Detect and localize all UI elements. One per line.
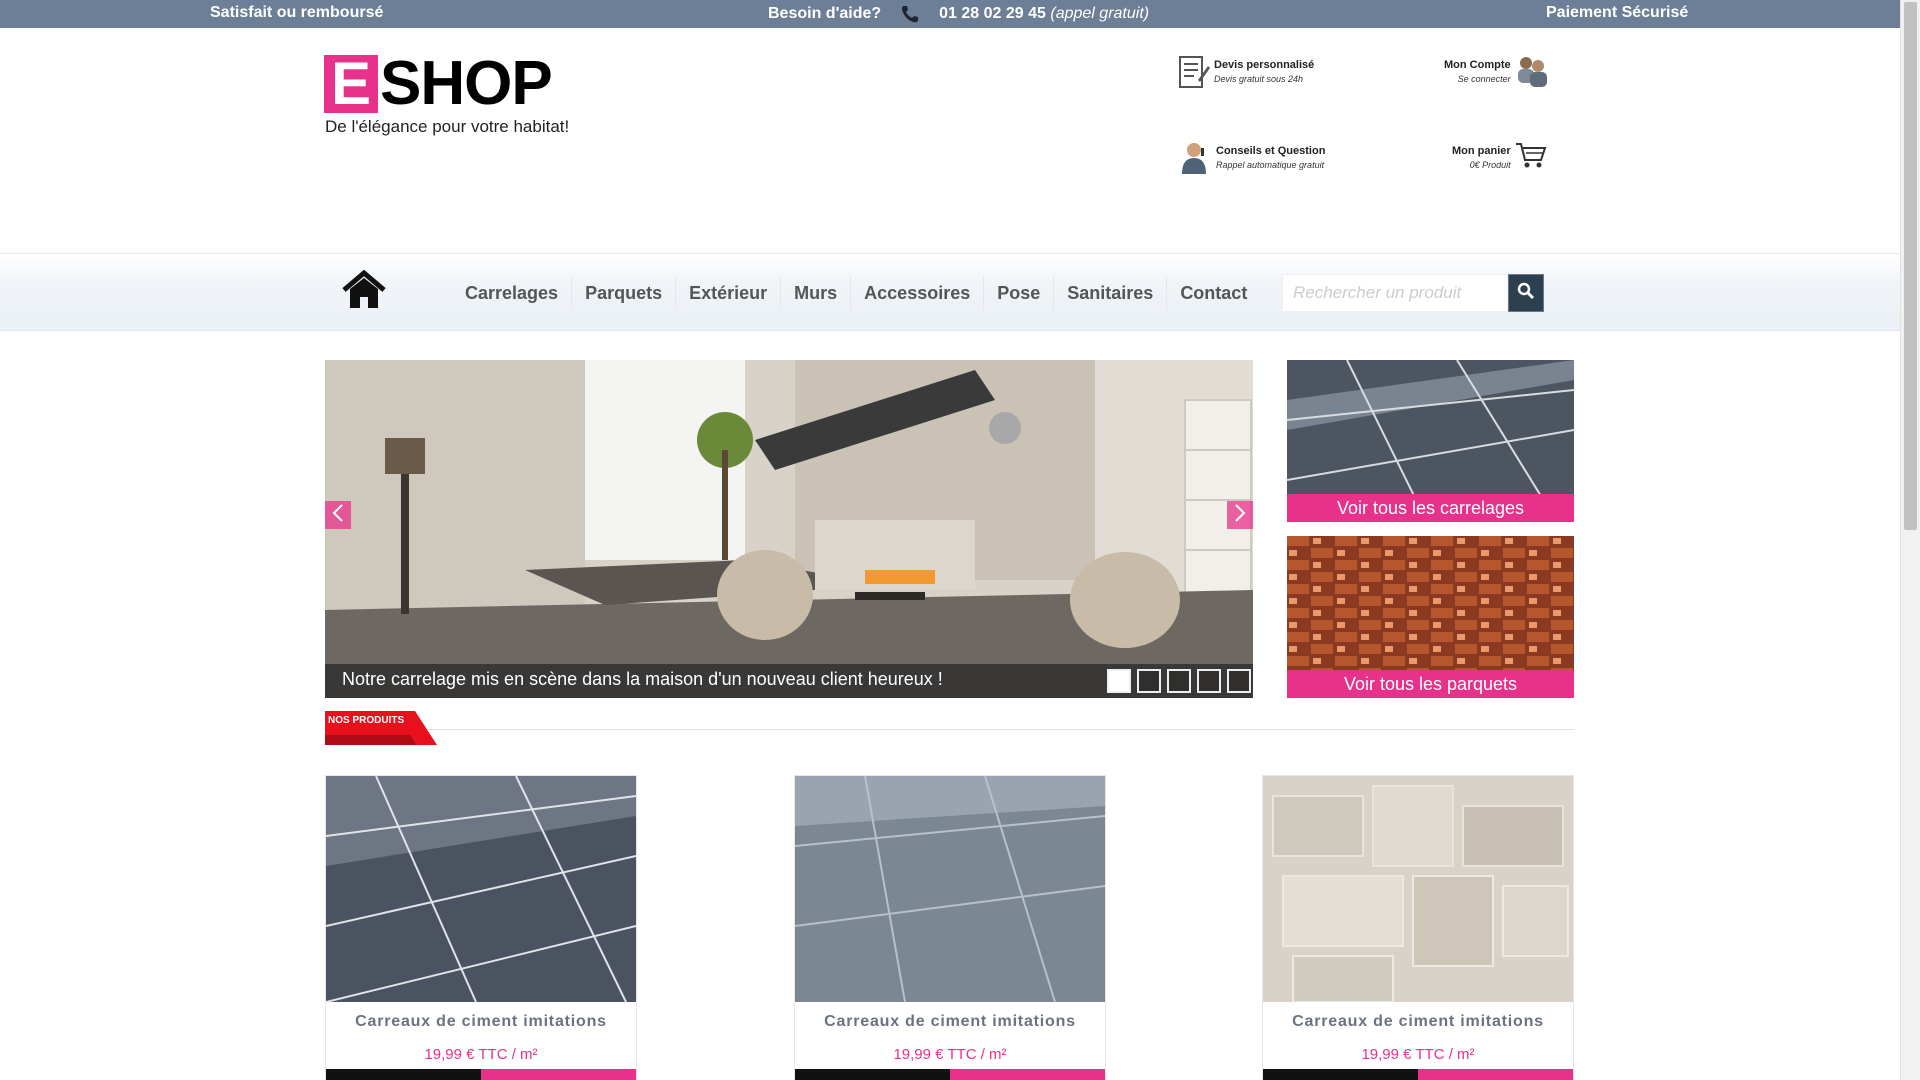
- product-card[interactable]: Carreaux de ciment imitations 19,99 € TT…: [325, 775, 637, 1080]
- nav-item-contact[interactable]: Contact: [1167, 276, 1260, 310]
- slide-caption-bar: Notre carrelage mis en scène dans la mai…: [325, 664, 1253, 698]
- chevron-left-icon: [332, 503, 344, 528]
- promo-label: Voir tous les carrelages: [1287, 494, 1574, 522]
- nav-item-pose[interactable]: Pose: [984, 276, 1055, 310]
- page-scrollbar[interactable]: [1900, 0, 1920, 1080]
- quote-form-icon: [1178, 54, 1210, 88]
- quote-link[interactable]: Devis personnalisé Devis gratuit sous 24…: [1178, 54, 1314, 88]
- account-subtitle: Se connecter: [1457, 73, 1511, 84]
- slide-image: [325, 360, 1253, 698]
- slider-dot[interactable]: [1197, 669, 1221, 693]
- search-form: [1282, 274, 1544, 312]
- section-tag: NOS PRODUITS: [325, 711, 437, 745]
- nav-item-carrelages[interactable]: Carrelages: [452, 276, 573, 310]
- nav-item-exterieur[interactable]: Extérieur: [676, 276, 782, 310]
- help-contact: Besoin d'aide? 01 28 02 29 45 (appel gra…: [768, 4, 1149, 24]
- section-divider: [325, 729, 1574, 730]
- slider-dot[interactable]: [1167, 669, 1191, 693]
- cart-title: Mon panier: [1452, 144, 1511, 157]
- advisor-icon: [1180, 140, 1212, 174]
- product-card[interactable]: Carreaux de ciment imitations 19,99 € TT…: [1262, 775, 1574, 1080]
- top-info-bar: Satisfait ou remboursé Besoin d'aide? 01…: [0, 0, 1900, 28]
- satisfaction-guarantee: Satisfait ou remboursé: [210, 4, 384, 21]
- chevron-right-icon: [1234, 503, 1246, 528]
- cart-link[interactable]: Mon panier 0€ Produit: [1452, 140, 1547, 174]
- logo-letter: E: [324, 54, 378, 114]
- product-name[interactable]: Carreaux de ciment imitations: [326, 1013, 636, 1031]
- site-logo[interactable]: E SHOP De l'élégance pour votre habitat!: [324, 49, 624, 145]
- slider-pagination: [1107, 669, 1251, 693]
- nav-item-sanitaires[interactable]: Sanitaires: [1054, 276, 1168, 310]
- page: Satisfait ou remboursé Besoin d'aide? 01…: [0, 0, 1920, 1080]
- help-label: Besoin d'aide?: [768, 5, 882, 22]
- view-product-button[interactable]: [795, 1069, 950, 1080]
- product-actions: [326, 1069, 636, 1080]
- product-image[interactable]: [326, 776, 636, 1002]
- account-title: Mon Compte: [1444, 58, 1511, 71]
- slider-prev-button[interactable]: [325, 501, 351, 529]
- product-actions: [1263, 1069, 1573, 1080]
- cart-subtitle: 0€ Produit: [1469, 159, 1511, 170]
- advice-link[interactable]: Conseils et Question Rappel automatique …: [1180, 140, 1325, 174]
- add-to-cart-button[interactable]: [1418, 1069, 1573, 1080]
- product-image[interactable]: [795, 776, 1105, 1002]
- slider-next-button[interactable]: [1227, 501, 1253, 529]
- search-input[interactable]: [1282, 274, 1508, 312]
- search-icon: [1517, 282, 1535, 305]
- add-to-cart-button[interactable]: [481, 1069, 636, 1080]
- advice-title: Conseils et Question: [1216, 144, 1326, 157]
- users-icon: [1515, 54, 1547, 88]
- product-actions: [795, 1069, 1105, 1080]
- advice-subtitle: Rappel automatique gratuit: [1216, 159, 1325, 170]
- slider-dot[interactable]: [1227, 669, 1251, 693]
- product-image[interactable]: [1263, 776, 1573, 1002]
- home-icon[interactable]: [342, 269, 386, 310]
- product-name[interactable]: Carreaux de ciment imitations: [795, 1013, 1105, 1031]
- account-link[interactable]: Mon Compte Se connecter: [1444, 54, 1547, 88]
- slide-caption: Notre carrelage mis en scène dans la mai…: [342, 669, 943, 689]
- cart-icon: [1515, 140, 1547, 174]
- view-product-button[interactable]: [326, 1069, 481, 1080]
- hero-slider[interactable]: Notre carrelage mis en scène dans la mai…: [325, 360, 1253, 698]
- phone-number-link[interactable]: 01 28 02 29 45 (appel gratuit): [939, 5, 1149, 23]
- nav-menu: Carrelages Parquets Extérieur Murs Acces…: [452, 254, 1260, 332]
- phone-icon: [899, 4, 921, 24]
- slider-dot[interactable]: [1107, 669, 1131, 693]
- product-name[interactable]: Carreaux de ciment imitations: [1263, 1013, 1573, 1031]
- add-to-cart-button[interactable]: [950, 1069, 1105, 1080]
- promo-label: Voir tous les parquets: [1287, 670, 1574, 698]
- main-nav: Carrelages Parquets Extérieur Murs Acces…: [0, 253, 1900, 331]
- product-price: 19,99 € TTC / m²: [424, 1046, 538, 1063]
- section-title: NOS PRODUITS: [328, 715, 405, 726]
- quote-title: Devis personnalisé: [1214, 58, 1315, 71]
- product-card[interactable]: Carreaux de ciment imitations 19,99 € TT…: [794, 775, 1106, 1080]
- product-price: 19,99 € TTC / m²: [893, 1046, 1007, 1063]
- promo-carrelages[interactable]: Voir tous les carrelages: [1287, 360, 1574, 522]
- logo-text: SHOP: [380, 49, 553, 118]
- nav-item-accessoires[interactable]: Accessoires: [851, 276, 985, 310]
- product-price: 19,99 € TTC / m²: [1361, 1046, 1475, 1063]
- search-button[interactable]: [1508, 274, 1544, 312]
- quote-subtitle: Devis gratuit sous 24h: [1214, 73, 1304, 84]
- nav-item-parquets[interactable]: Parquets: [572, 276, 677, 310]
- slider-dot[interactable]: [1137, 669, 1161, 693]
- logo-tagline: De l'élégance pour votre habitat!: [325, 117, 570, 136]
- promo-parquets[interactable]: Voir tous les parquets: [1287, 536, 1574, 698]
- nav-item-murs[interactable]: Murs: [781, 276, 852, 310]
- scrollbar-thumb[interactable]: [1904, 2, 1917, 530]
- secure-payment: Paiement Sécurisé: [1546, 4, 1689, 21]
- view-product-button[interactable]: [1263, 1069, 1418, 1080]
